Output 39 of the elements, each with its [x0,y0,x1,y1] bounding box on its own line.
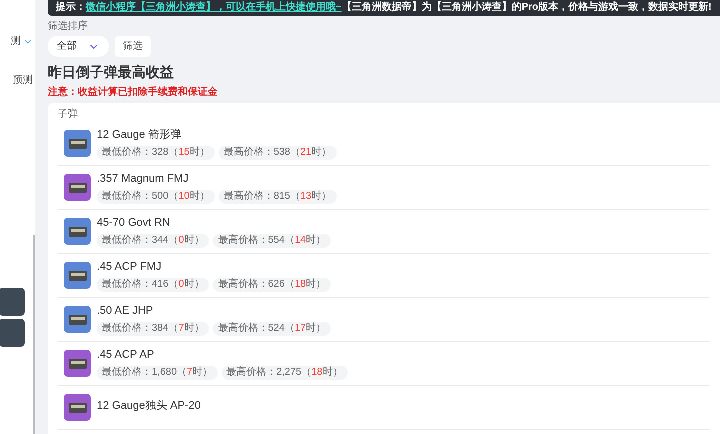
miniprogram-link[interactable]: 微信小程序【三角洲小涛查】，可以在手机上快捷使用哦~ [86,2,342,14]
ammo-row[interactable]: 45-70 Govt RN 最低价格：344（0时） 最高价格：554（14时） [58,210,710,254]
notice-text: 【三角洲数据帝】为【三角洲小涛查】的Pro版本，价格与游戏一致，数据实时更新! [342,2,712,14]
game-thumbnail[interactable] [0,288,25,316]
ammo-name: .50 AE JHP [97,304,154,320]
ammo-name: .45 ACP AP [97,348,156,364]
ammo-row[interactable]: 12 Gauge 箭形弹 最低价格：328（15时） 最高价格：538（21时） [58,122,710,166]
game-thumbnail[interactable] [0,319,25,347]
price-tag: 最高价格：626（18时） [213,278,332,292]
ammo-name: .357 Magnum FMJ [97,172,190,188]
category-label: 子弹 [58,108,79,122]
sort-select[interactable]: 全部 [48,36,109,57]
ammo-row[interactable]: .357 Magnum FMJ 最低价格：500（10时） 最高价格：815（13时） [58,166,710,210]
price-tag: 最高价格：2,275（18时） [222,366,348,380]
ammo-row[interactable]: .45 ACP FMJ 最低价格：416（0时） 最高价格：626（18时） [58,254,710,298]
price-tag: 最高价格：524（17时） [213,322,332,336]
price-tag: 最低价格：344（0时） [97,234,210,248]
price-tag: 最高价格：554（14时） [213,234,332,248]
ammo-row[interactable]: .45 ACP AP 最低价格：1,680（7时） 最高价格：2,275（18时） [58,342,710,386]
ammo-name: 45-70 Govt RN [97,216,172,232]
filter-button[interactable]: 筛选 [115,36,151,57]
ammo-row[interactable]: .50 AE JHP 最低价格：384（7时） 最高价格：524（17时） [58,298,710,342]
ammo-name: 12 Gauge独头 AP-20 [97,399,201,414]
ammo-row[interactable]: 12 Gauge独头 AP-20 [58,386,710,430]
sidebar-item[interactable]: 测 [11,34,21,49]
ammo-name: .45 ACP FMJ [97,260,163,276]
price-tag: 最高价格：538（21时） [218,146,337,160]
sidebar-item[interactable]: 预测 [13,73,33,88]
filter-label: 筛选排序 [48,20,89,34]
section-title: 昨日倒子弹最高收益 [48,63,175,82]
price-tag: 最高价格：815（13时） [218,190,337,204]
price-tag: 最低价格：1,680（7时） [97,366,218,380]
price-tag: 最低价格：500（10时） [97,190,215,204]
price-tag: 最低价格：328（15时） [97,146,215,160]
price-tag: 最低价格：384（7时） [97,322,210,336]
notice-label: 提示： [56,2,86,14]
ammo-name: 12 Gauge 箭形弹 [97,128,182,144]
warning-text: 注意：收益计算已扣除手续费和保证金 [48,85,219,100]
price-tag: 最低价格：416（0时） [97,278,210,292]
